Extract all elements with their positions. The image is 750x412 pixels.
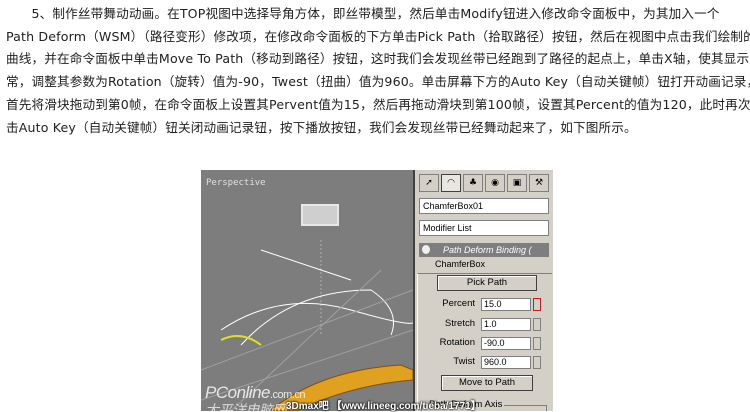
grid-line (201, 289, 413, 371)
rotation-label: Rotation (439, 337, 475, 348)
stretch-spinner[interactable] (533, 318, 541, 331)
hierarchy-tab-icon[interactable]: ♣ (463, 174, 483, 192)
watermark-text: PConline (205, 383, 271, 402)
object-name-field[interactable]: ChamferBox01 (419, 198, 549, 214)
utilities-tab-icon[interactable]: ⚒ (529, 174, 549, 192)
percent-field[interactable]: 15.0 (481, 298, 531, 311)
lightbulb-icon[interactable] (422, 245, 430, 254)
stretch-label: Stretch (444, 318, 475, 329)
article-line: 5、制作丝带舞动动画。在TOP视图中选择导角方体，即丝带模型，然后单击Modif… (6, 6, 720, 21)
create-tab-icon[interactable]: ➚ (419, 174, 439, 192)
twist-label: Twist (453, 356, 475, 367)
perspective-viewport[interactable]: Perspective PConline.com.cn 太平洋电脑网 (201, 170, 415, 411)
article-paragraph: 5、制作丝带舞动动画。在TOP视图中选择导角方体，即丝带模型，然后单击Modif… (6, 3, 750, 139)
max-screenshot: Perspective PConline.com.cn 太平洋电脑网 ➚ ◠ ♣… (201, 170, 553, 411)
motion-tab-icon[interactable]: ◉ (485, 174, 505, 192)
command-panel: ➚ ◠ ♣ ◉ ▣ ⚒ ChamferBox01 Modifier List P… (415, 170, 553, 411)
percent-label: Percent (442, 298, 475, 309)
modifier-stack-item[interactable]: Path Deform Binding ( (419, 243, 549, 257)
twist-spinner[interactable] (533, 356, 541, 369)
helper-line (260, 249, 352, 281)
article-line: 常，调整其参数为Rotation（旋转）值为-90，Twest（扭曲）值为960… (6, 74, 750, 90)
source-credit: 3Dmax吧 【www.lineeg.com/tieba/1771】 (286, 401, 481, 412)
viewport-label: Perspective (206, 178, 266, 188)
article-line: Path Deform（WSM）（路径变形）修改项，在修改命令面板的下方单击Pi… (6, 28, 750, 44)
path-curve-2 (240, 289, 394, 346)
rotation-field[interactable]: -90.0 (481, 337, 531, 350)
article-line: 击Auto Key（自动关键帧）钮关闭动画记录钮，按下播放按钮，我们会发现丝带已… (6, 119, 637, 135)
modifier-list-dropdown[interactable]: Modifier List (419, 220, 549, 236)
move-to-path-button[interactable]: Move to Path (441, 375, 533, 391)
viewport-scene (201, 204, 413, 411)
ribbon-highlight (220, 335, 262, 346)
path-object (301, 204, 339, 226)
percent-spinner[interactable] (533, 298, 541, 311)
stretch-field[interactable]: 1.0 (481, 318, 531, 331)
stack-base-object[interactable]: ChamferBox (435, 259, 485, 269)
article-line: 首先将滑块拖动到第0帧，在命令面板上设置其Pervent值为15，然后再拖动滑块… (6, 96, 750, 112)
rotation-spinner[interactable] (533, 337, 541, 350)
pick-path-button[interactable]: Pick Path (437, 275, 537, 291)
stack-item-label: Path Deform Binding ( (443, 245, 532, 255)
article-line: 曲线，并在命令面板中单击Move To Path（移动到路径）按钮，这时我们会发… (6, 51, 750, 67)
twist-field[interactable]: 960.0 (481, 356, 531, 369)
modify-tab-icon[interactable]: ◠ (441, 174, 461, 192)
display-tab-icon[interactable]: ▣ (507, 174, 527, 192)
